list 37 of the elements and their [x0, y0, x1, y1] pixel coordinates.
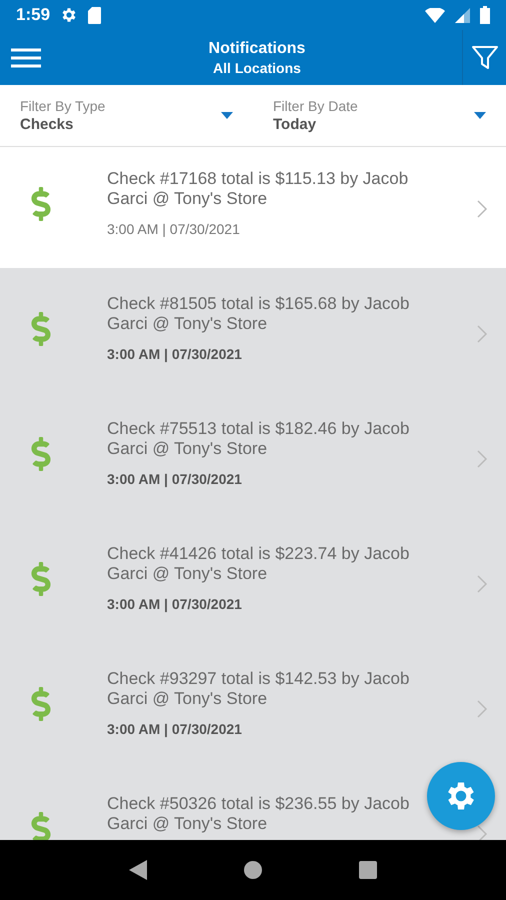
- sd-card-icon: [88, 6, 102, 24]
- settings-icon: [60, 6, 78, 24]
- home-icon[interactable]: [244, 861, 262, 879]
- notification-time: 3:00 AM | 07/30/2021: [107, 346, 243, 362]
- filter-value: Checks: [20, 116, 74, 133]
- screen-subtitle: All Locations: [213, 60, 301, 76]
- chevron-icon: [476, 700, 488, 718]
- dropdown-caret-icon: [474, 112, 486, 119]
- signal-icon: [455, 8, 470, 22]
- notification-message: Check #75513 total is $182.46 by Jacob Garci @ Tony's Store: [107, 419, 410, 459]
- notification-time: 3:00 AM | 07/30/2021: [107, 721, 243, 737]
- chevron-icon: [476, 575, 488, 593]
- notification-time: 3:00 AM | 07/30/2021: [107, 471, 243, 487]
- filter-label: Filter By Type: [20, 98, 106, 114]
- notification-message: Check #50326 total is $236.55 by Jacob Garci @ Tony's Store: [107, 794, 410, 834]
- back-icon[interactable]: [128, 860, 147, 880]
- chevron-icon: [476, 200, 488, 218]
- filter-value: Today: [273, 116, 318, 133]
- notification-time: 3:00 AM | 07/30/2021: [107, 596, 243, 612]
- chevron-icon: [476, 825, 488, 840]
- chevron-icon: [476, 325, 488, 343]
- dropdown-caret-icon: [221, 112, 233, 119]
- notification-time: 3:00 AM | 07/30/2021: [107, 221, 241, 237]
- chevron-icon: [476, 450, 488, 468]
- notification-message: Check #41426 total is $223.74 by Jacob Garci @ Tony's Store: [107, 544, 410, 584]
- notification-message: Check #81505 total is $165.68 by Jacob Garci @ Tony's Store: [107, 294, 410, 334]
- filter-icon: [470, 44, 498, 72]
- wifi-icon: [425, 8, 445, 22]
- screen-title: Notifications: [208, 40, 306, 58]
- filter-label: Filter By Date: [273, 98, 359, 114]
- notification-message: Check #17168 total is $115.13 by Jacob Garci @ Tony's Store: [107, 169, 410, 209]
- notification-row[interactable]: Check #17168 total is $115.13 by Jacob Garci @ Tony's Store 3:00 AM | 07/30/2021: [0, 147, 506, 268]
- menu-icon: [11, 48, 41, 68]
- battery-icon: [480, 6, 490, 24]
- notification-message: Check #93297 total is $142.53 by Jacob Garci @ Tony's Store: [107, 669, 410, 709]
- recents-icon[interactable]: [359, 861, 378, 879]
- status-time: 1:59: [16, 5, 50, 25]
